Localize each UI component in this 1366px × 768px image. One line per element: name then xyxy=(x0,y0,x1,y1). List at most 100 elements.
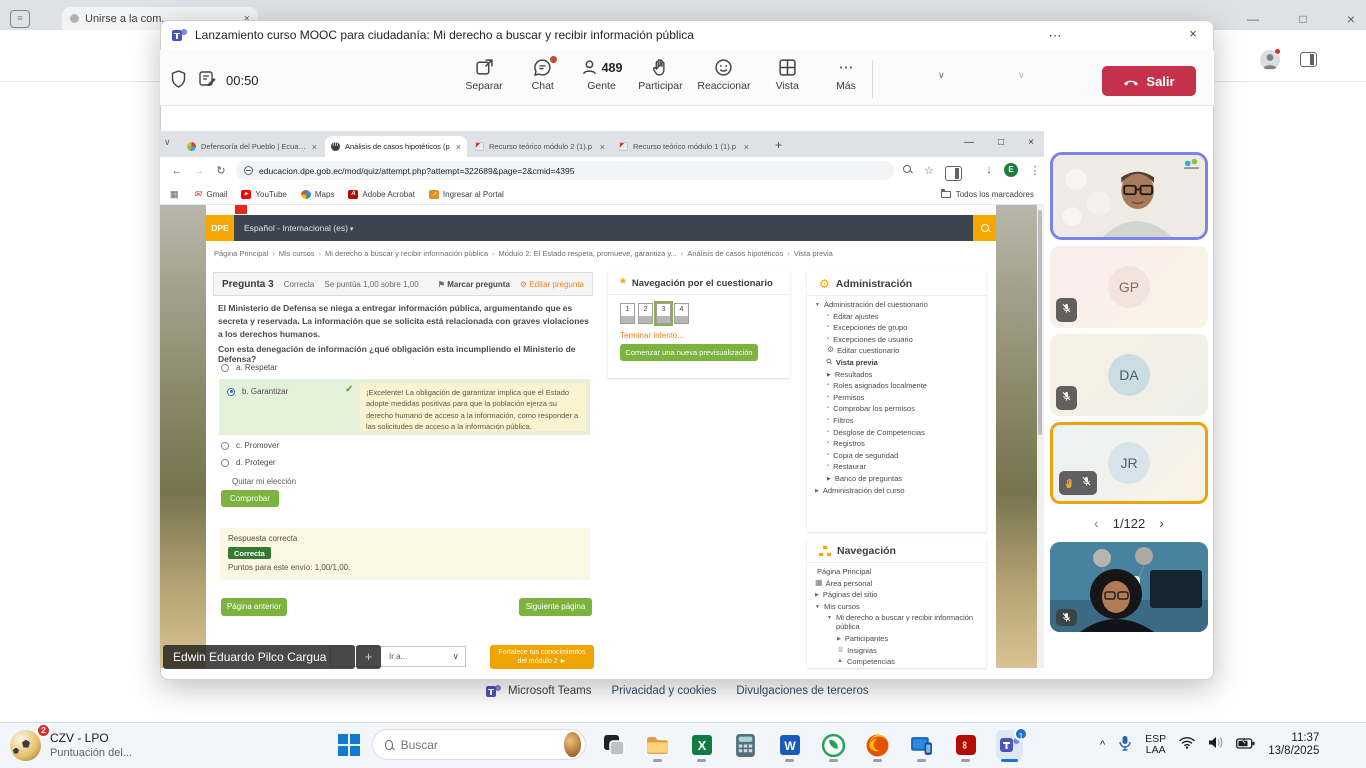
tab-close-icon[interactable] xyxy=(312,142,317,152)
download-icon[interactable]: ↓ xyxy=(980,164,998,176)
people-button[interactable]: 489 Gente xyxy=(580,58,624,92)
admin-tree-item[interactable]: Administración del cuestionario xyxy=(815,300,978,309)
option-b-row[interactable]: b. Garantizar xyxy=(227,387,288,396)
breadcrumb-item[interactable]: Mi derecho a buscar y recibir informació… xyxy=(315,249,489,258)
start-button[interactable] xyxy=(338,734,360,756)
edit-question-link[interactable]: Editar pregunta xyxy=(520,280,584,289)
dpe-brand[interactable]: DPE xyxy=(206,215,234,241)
admin-tree-item[interactable]: Excepciones de usuario xyxy=(815,335,978,344)
nav-tree-item[interactable]: Mi derecho a buscar y recibir informació… xyxy=(815,613,978,631)
participant-tile[interactable]: GP xyxy=(1050,246,1208,328)
nav-tree-item[interactable]: Insignias xyxy=(815,646,978,655)
bookmark-star-icon[interactable]: ☆ xyxy=(920,164,938,177)
teams-app-icon[interactable]: 1 xyxy=(996,730,1023,760)
answer-option-a[interactable]: a. Respetar xyxy=(221,363,277,372)
answer-option-c[interactable]: c. Promover xyxy=(221,441,279,450)
previous-page-button[interactable]: Página anterior xyxy=(221,598,287,616)
leave-button[interactable]: Salir xyxy=(1102,66,1196,96)
reload-icon[interactable]: ↻ xyxy=(210,164,232,177)
answer-option-b-selected[interactable]: b. Garantizar ✓ ¡Excelente! La obligació… xyxy=(219,379,590,435)
file-explorer-icon[interactable] xyxy=(644,730,671,760)
disclosures-link[interactable]: Divulgaciones de terceros xyxy=(736,685,868,697)
admin-tree-item[interactable]: Editar cuestionario xyxy=(815,346,978,355)
tray-mic-icon[interactable] xyxy=(1118,735,1132,756)
breakout-button[interactable]: Separar xyxy=(462,58,506,92)
new-tab-icon[interactable]: + xyxy=(775,138,782,152)
clock[interactable]: 11:37 13/8/2025 xyxy=(1268,732,1319,758)
admin-tree-item[interactable]: Vista previa xyxy=(815,358,978,367)
self-video-tile[interactable] xyxy=(1050,542,1208,632)
shield-icon[interactable] xyxy=(170,70,187,93)
radio-icon[interactable] xyxy=(221,364,229,372)
pin-presenter-icon[interactable]: + xyxy=(356,645,381,669)
browser-tab[interactable]: Análisis de casos hipotéticos (p xyxy=(325,136,467,157)
admin-tree-item[interactable]: Desglose de Competencias xyxy=(815,428,978,437)
nav-tree-item[interactable]: Mis cursos xyxy=(815,602,978,611)
tab-close-icon[interactable] xyxy=(456,142,461,152)
wifi-icon[interactable] xyxy=(1179,736,1195,754)
tray-overflow-icon[interactable]: ^ xyxy=(1100,739,1105,751)
word-icon[interactable]: W xyxy=(776,730,803,760)
admin-tree-item[interactable]: Resultados xyxy=(815,370,978,379)
admin-tree-item[interactable]: Copia de seguridad xyxy=(815,451,978,460)
check-button[interactable]: Comprobar xyxy=(221,490,279,507)
whatsapp-icon[interactable] xyxy=(820,730,847,760)
admin-tree-item[interactable]: Roles asignados localmente xyxy=(815,381,978,390)
flag-question-link[interactable]: Marcar pregunta xyxy=(438,280,510,289)
participant-tile[interactable]: DA xyxy=(1050,334,1208,416)
phone-link-icon[interactable] xyxy=(908,730,935,760)
address-bar[interactable]: educacion.dpe.gob.ec/mod/quiz/attempt.ph… xyxy=(236,161,894,180)
language-indicator[interactable]: ESP LAA xyxy=(1145,734,1166,756)
language-menu[interactable]: Español - Internacional (es) xyxy=(244,223,353,233)
next-page-icon[interactable]: › xyxy=(1159,515,1164,531)
maximize-icon[interactable]: □ xyxy=(1288,8,1318,30)
admin-tree-item[interactable]: Comprobar los permisos xyxy=(815,404,978,413)
previous-page-icon[interactable]: ‹ xyxy=(1094,515,1099,531)
admin-tree-item[interactable]: Permisos xyxy=(815,393,978,402)
chrome-profile-avatar[interactable]: E xyxy=(1004,163,1018,177)
tab-close-icon[interactable] xyxy=(600,142,605,152)
new-preview-button[interactable]: Comenzar una nueva previsualización xyxy=(620,344,758,361)
browser-tab[interactable]: Recurso teórico módulo 2 (1).p xyxy=(469,136,611,157)
site-settings-icon[interactable] xyxy=(244,166,253,175)
bookmark-item[interactable]: Maps xyxy=(301,190,335,199)
bookmark-item[interactable]: Ingresar al Portal xyxy=(429,190,504,199)
finish-attempt-link[interactable]: Terminar intento... xyxy=(620,331,684,340)
nav-tree-item[interactable]: Área personal xyxy=(815,579,978,588)
calculator-icon[interactable] xyxy=(732,730,759,760)
bookmark-item[interactable]: Adobe Acrobat xyxy=(348,190,414,199)
microphone-button[interactable]: Micrófono xyxy=(962,91,1366,125)
nav-tree-item[interactable]: Páginas del sitio xyxy=(815,590,978,599)
next-page-button[interactable]: Siguiente página xyxy=(519,598,592,616)
shared-maximize-icon[interactable]: □ xyxy=(990,134,1012,152)
more-button[interactable]: ⋯ Más xyxy=(824,58,868,92)
browser-tab[interactable]: Recurso teórico módulo 1 (1).p xyxy=(613,136,755,157)
tab-close-icon[interactable] xyxy=(744,142,749,152)
next-module-button[interactable]: Fortalece tus conocimientos del módulo 2… xyxy=(490,645,594,669)
admin-tree-item[interactable]: Restaurar xyxy=(815,462,978,471)
nav-tree-item[interactable]: Participantes xyxy=(815,634,978,643)
side-panel-icon[interactable] xyxy=(944,164,962,182)
tab-search-chevron-icon[interactable]: ∨ xyxy=(164,137,171,148)
nav-tree-item[interactable]: Competencias xyxy=(815,657,978,666)
admin-tree-item[interactable]: Banco de preguntas xyxy=(815,474,978,483)
all-bookmarks-button[interactable]: Todos los marcadores xyxy=(941,190,1034,199)
admin-tree-item[interactable]: Registros xyxy=(815,439,978,448)
apps-grid-icon[interactable]: ▦ xyxy=(170,189,179,200)
breadcrumb-item[interactable]: Análisis de casos hipotéticos xyxy=(677,249,783,258)
view-button[interactable]: Vista xyxy=(765,58,809,92)
answer-option-d[interactable]: d. Proteger xyxy=(221,458,276,467)
privacy-link[interactable]: Privacidad y cookies xyxy=(612,685,717,697)
microphone-options-chevron-icon[interactable]: ∨ xyxy=(1018,70,1025,81)
meeting-notes-icon[interactable] xyxy=(198,70,216,93)
search-input[interactable] xyxy=(401,738,556,752)
task-view-icon[interactable] xyxy=(600,730,627,760)
chrome-menu-icon[interactable]: ⋮ xyxy=(1026,164,1044,177)
firefox-icon[interactable] xyxy=(864,730,891,760)
clear-choice-link[interactable]: Quitar mi elección xyxy=(232,477,296,486)
quiznav-question[interactable]: 3 xyxy=(656,303,671,324)
breadcrumb-item[interactable]: Módulo 2: El Estado respeta, promueve, g… xyxy=(488,249,677,258)
minimize-icon[interactable]: — xyxy=(1238,8,1268,30)
bookmark-item[interactable]: Gmail xyxy=(193,190,228,199)
admin-tree-item[interactable]: Administración del curso xyxy=(815,486,978,495)
